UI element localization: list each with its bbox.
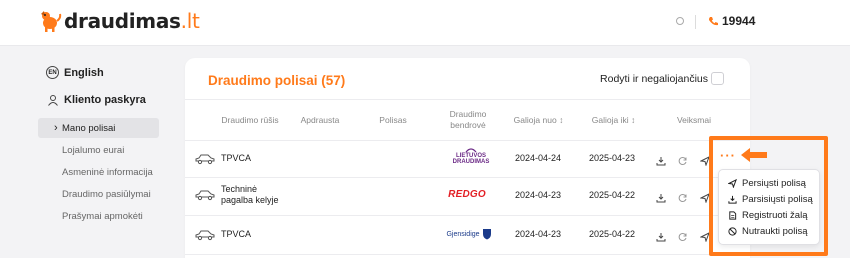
sidebar-item-label: Draudimo pasiūlymai — [62, 188, 151, 200]
insurer-logo-redgo: REDGO — [448, 189, 486, 200]
policy-type: TPVCA — [221, 153, 252, 163]
dog-logo-icon — [38, 9, 62, 33]
language-switch[interactable]: EN English — [46, 66, 104, 79]
car-icon — [195, 188, 215, 206]
sidebar-item-payment-requests[interactable]: Prašymai apmokėti — [38, 206, 159, 226]
sidebar: EN English Kliento paskyra Mano polisai … — [0, 46, 172, 258]
col-header-valid-from[interactable]: Galioja nuo ↕ — [511, 115, 566, 126]
policy-type-line2: pagalba kelyje — [221, 195, 279, 205]
policy-type: TPVCA — [221, 229, 252, 239]
insurer-name-line2: DRAUDIMAS — [452, 159, 490, 165]
insurer-logo-gjensidige: Gjensidige — [439, 228, 499, 240]
header-icons — [675, 15, 706, 29]
logo-text: draudimas.lt — [64, 9, 200, 33]
divider — [185, 215, 750, 216]
car-icon — [195, 228, 215, 246]
pointer-arrow-icon — [739, 146, 769, 169]
col-header-insurer[interactable]: Draudimo bendrovė — [443, 109, 493, 131]
col-header-insurer-line1: Draudimo — [449, 109, 487, 119]
col-header-type[interactable]: Draudimo rūšis — [210, 115, 290, 126]
show-invalid-checkbox[interactable] — [711, 72, 724, 85]
gjensidige-shield-icon — [482, 229, 491, 240]
sidebar-item-my-policies[interactable]: Mano polisai — [38, 118, 159, 138]
menu-item-label: Nutraukti polisą — [742, 226, 808, 237]
show-invalid-label: Rodyti ir negaliojančius — [600, 73, 708, 85]
insurer-logo-lietuvos-draudimas: LIETUVOS DRAUDIMAS — [445, 147, 497, 165]
menu-item-label: Registruoti žalą — [742, 210, 808, 221]
refresh-icon[interactable] — [678, 153, 688, 171]
menu-item-forward-policy[interactable]: Persiųsti polisą — [728, 178, 806, 189]
divider — [185, 177, 750, 178]
divider — [185, 99, 750, 100]
policy-type-line1: Techninė — [221, 184, 258, 194]
header-divider — [695, 15, 696, 29]
more-options-button[interactable]: ··· — [720, 149, 736, 162]
sidebar-item-label: Prašymai apmokėti — [62, 210, 143, 222]
col-header-valid-to-label: Galioja iki — [591, 115, 629, 125]
settings-icon[interactable] — [675, 16, 685, 29]
valid-to: 2025-04-22 — [589, 190, 636, 200]
policies-card: Draudimo polisai (57) Rodyti ir negalioj… — [185, 58, 750, 258]
phone-number: 19944 — [722, 14, 756, 28]
page-title: Draudimo polisai (57) — [208, 73, 346, 88]
menu-item-cancel-policy[interactable]: Nutraukti polisą — [728, 226, 807, 237]
send-icon — [728, 179, 737, 188]
download-icon[interactable] — [656, 229, 666, 247]
menu-item-download-policy[interactable]: Parsisiųsti polisą — [728, 194, 813, 205]
sidebar-item-label: Asmeninė informacija — [62, 166, 153, 178]
download-icon[interactable] — [656, 190, 666, 208]
col-header-valid-from-label: Galioja nuo — [513, 115, 557, 125]
valid-from: 2024-04-23 — [515, 229, 562, 239]
phone-link[interactable]: 19944 — [708, 14, 755, 28]
logo[interactable]: draudimas.lt — [38, 9, 200, 33]
col-header-policy[interactable]: Polisas — [373, 115, 413, 126]
policy-actions-menu: Persiųsti polisą Parsisiųsti polisą Regi… — [718, 169, 820, 245]
insurer-name: Gjensidige — [446, 230, 480, 238]
divider — [185, 140, 750, 141]
col-header-valid-to[interactable]: Galioja iki ↕ — [586, 115, 641, 126]
sidebar-item-offers[interactable]: Draudimo pasiūlymai — [38, 184, 159, 204]
sidebar-item-label: Mano polisai — [62, 122, 116, 134]
refresh-icon[interactable] — [678, 190, 688, 208]
car-icon — [195, 152, 215, 170]
account-label: Kliento paskyra — [64, 93, 146, 106]
valid-from: 2024-04-23 — [515, 190, 562, 200]
refresh-icon[interactable] — [678, 229, 688, 247]
sort-icon: ↕ — [559, 115, 564, 125]
user-icon — [46, 93, 59, 106]
top-header: draudimas.lt 19944 — [0, 0, 850, 46]
valid-to: 2025-04-23 — [589, 153, 636, 163]
sidebar-item-personal-info[interactable]: Asmeninė informacija — [38, 162, 159, 182]
menu-item-label: Persiųsti polisą — [742, 178, 806, 189]
language-icon: EN — [46, 66, 59, 79]
valid-to: 2025-04-22 — [589, 229, 636, 239]
divider — [185, 254, 750, 255]
col-header-insurer-line2: bendrovė — [450, 120, 486, 130]
menu-item-register-claim[interactable]: Registruoti žalą — [728, 210, 807, 221]
download-icon — [728, 195, 737, 204]
cancel-icon — [728, 227, 737, 236]
col-header-actions: Veiksmai — [676, 115, 711, 125]
col-header-insured[interactable]: Apdrausta — [295, 115, 345, 126]
download-icon[interactable] — [656, 153, 666, 171]
language-label: English — [64, 66, 104, 79]
sidebar-item-loyalty[interactable]: Lojalumo eurai — [38, 140, 159, 160]
menu-item-label: Parsisiųsti polisą — [742, 194, 813, 205]
sidebar-item-label: Lojalumo eurai — [62, 144, 125, 156]
phone-icon — [709, 17, 718, 26]
sort-icon: ↕ — [630, 115, 636, 125]
valid-from: 2024-04-24 — [515, 153, 562, 163]
document-icon — [729, 211, 737, 220]
policy-type: Techninė pagalba kelyje — [221, 184, 279, 206]
account-menu[interactable]: Kliento paskyra — [46, 93, 146, 106]
